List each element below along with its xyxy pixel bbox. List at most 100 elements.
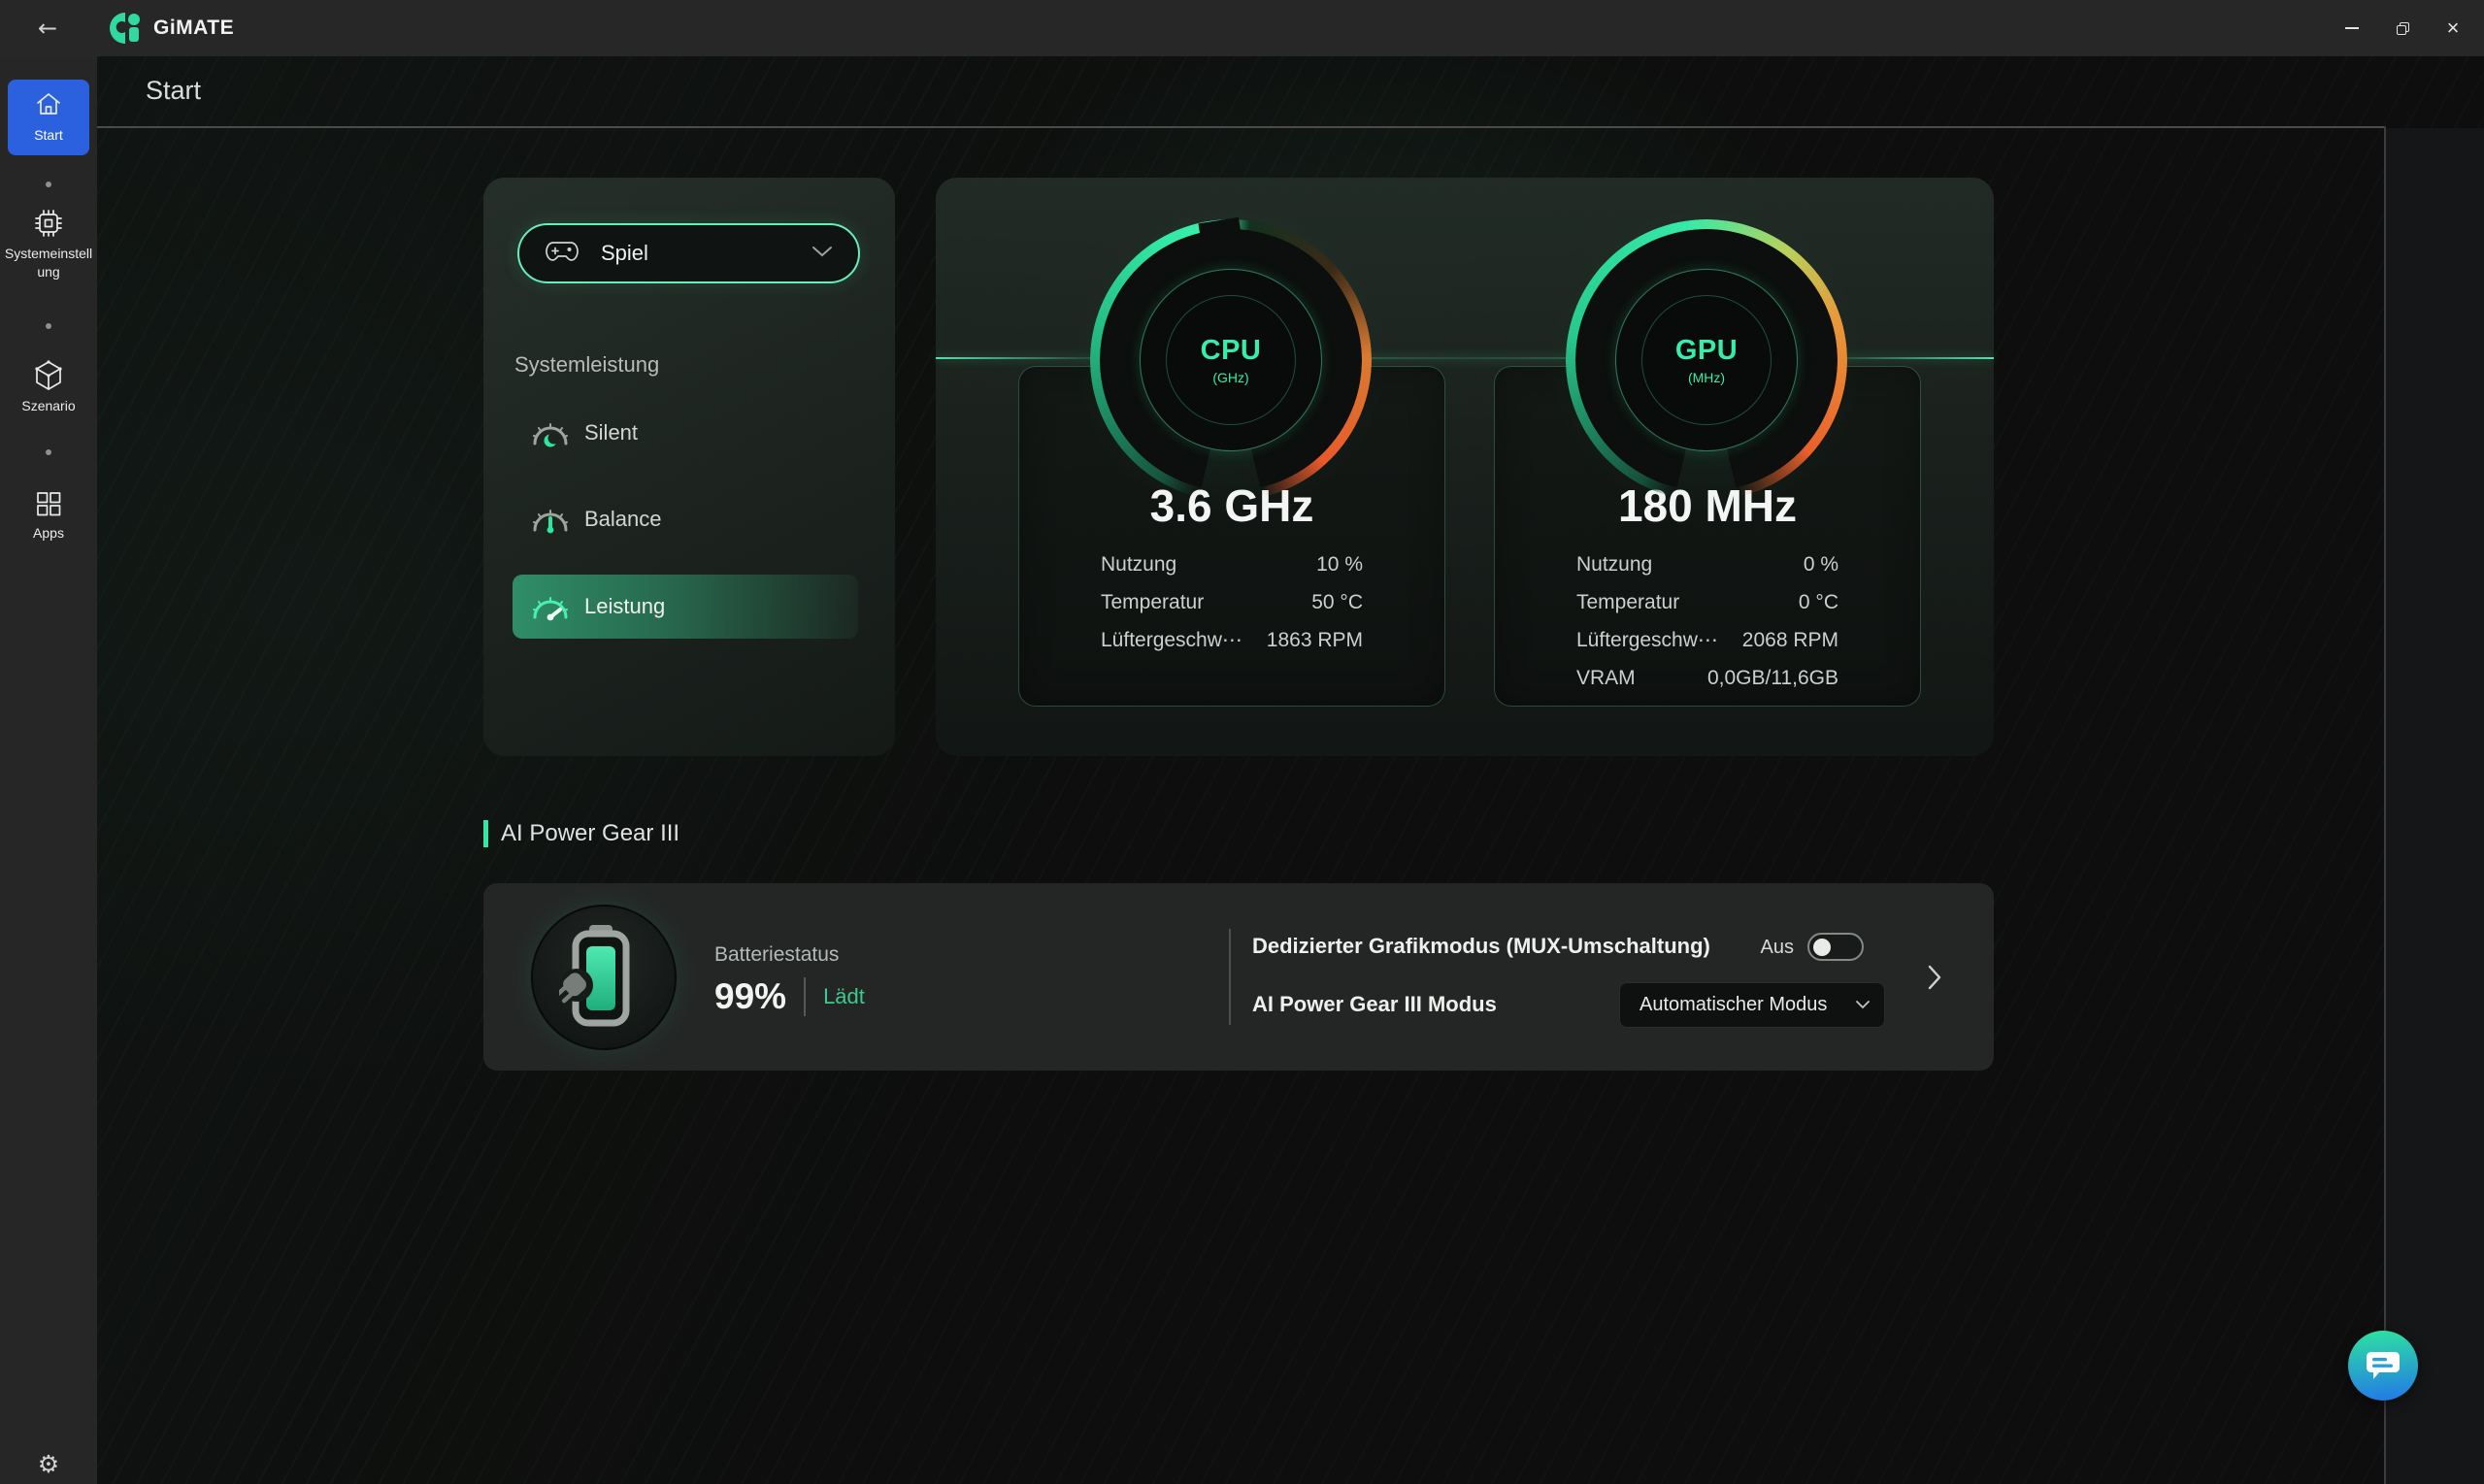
power-gear-mode-dropdown[interactable]: Automatischer Modus (1619, 982, 1885, 1028)
titlebar: ← GiMATE × (0, 0, 2484, 56)
gpu-label: GPU (1675, 335, 1738, 367)
minimize-button[interactable] (2327, 0, 2377, 56)
stat-row: Lüftergeschw⋯ 2068 RPM (1576, 621, 1838, 659)
mode-label: Silent (584, 420, 638, 445)
stat-label: Nutzung (1576, 553, 1652, 577)
stat-row: Nutzung 0 % (1576, 545, 1838, 583)
stat-value: 0 % (1804, 553, 1838, 577)
close-button[interactable]: × (2428, 0, 2478, 56)
profile-card: Spiel Systemleistung Silent (483, 178, 895, 756)
sidebar-item-label: Apps (0, 524, 97, 543)
page-title: Start (146, 76, 201, 106)
stat-label: Nutzung (1101, 553, 1176, 577)
gauge-center: CPU (GHz) (1166, 295, 1296, 425)
stat-label: Lüftergeschw⋯ (1101, 628, 1242, 652)
stat-label: VRAM (1576, 667, 1636, 690)
stat-value: 10 % (1316, 553, 1363, 577)
stat-row: VRAM 0,0GB/11,6GB (1576, 659, 1838, 697)
restore-button[interactable] (2377, 0, 2428, 56)
stat-row: Temperatur 0 °C (1576, 583, 1838, 621)
stat-value: 0,0GB/11,6GB (1707, 667, 1838, 690)
sidebar-separator-dot (46, 449, 51, 455)
header-divider (97, 126, 2385, 128)
settings-gear-icon[interactable]: ⚙ (0, 1450, 97, 1478)
sidebar-item-label: Start (8, 126, 89, 145)
chevron-down-icon (811, 245, 833, 262)
stat-label: Lüftergeschw⋯ (1576, 628, 1718, 652)
stat-value: 0 °C (1799, 591, 1838, 614)
close-icon: × (2447, 17, 2460, 39)
mux-state-text: Aus (1697, 937, 1794, 959)
system-performance-label: Systemleistung (514, 352, 659, 378)
gamepad-icon (545, 238, 580, 270)
mode-label: Leistung (584, 594, 665, 619)
gpu-unit: (MHz) (1688, 370, 1725, 385)
chevron-down-icon (1855, 997, 1871, 1014)
gimate-window: ← GiMATE × Start (0, 0, 2484, 1484)
dropdown-value: Automatischer Modus (1639, 994, 1827, 1016)
power-gear-heading: AI Power Gear III (501, 820, 679, 847)
sidebar-item-label: Systemeinstellung (0, 245, 97, 281)
chevron-right-icon (1927, 964, 1942, 991)
section-heading: AI Power Gear III (483, 820, 679, 847)
battery-status-label: Batteriestatus (714, 943, 839, 967)
sidebar-item-apps[interactable]: Apps (0, 488, 97, 543)
card-vertical-divider (1229, 929, 1231, 1025)
stat-label: Temperatur (1576, 591, 1679, 614)
toggle-knob (1813, 939, 1831, 956)
expand-card-button[interactable] (1920, 964, 1949, 993)
battery-percent: 99% (714, 976, 786, 1017)
home-icon (35, 104, 62, 120)
mux-toggle[interactable] (1807, 933, 1864, 961)
battery-value-row: 99% Lädt (714, 976, 865, 1017)
mode-row-leistung[interactable]: Leistung (513, 575, 858, 639)
power-gear-mode-label: AI Power Gear III Modus (1252, 992, 1497, 1017)
stat-label: Temperatur (1101, 591, 1204, 614)
sidebar-item-label: Szenario (0, 397, 97, 415)
stat-value: 1863 RPM (1267, 629, 1363, 652)
power-gear-card: Batteriestatus 99% Lädt Dedizierter Graf… (483, 883, 1994, 1071)
performance-gauge-icon (530, 591, 571, 622)
stat-row: Nutzung 10 % (1101, 545, 1363, 583)
main-content: Start Spiel Systemleistung (97, 56, 2484, 1484)
sidebar-item-szenario[interactable]: Szenario (0, 359, 97, 415)
mode-row-silent[interactable]: Silent (513, 401, 858, 465)
minimize-icon (2345, 27, 2359, 29)
restore-icon (2397, 22, 2409, 35)
chat-bubble-icon (2366, 1349, 2401, 1382)
profile-dropdown-value: Spiel (601, 241, 648, 266)
sidebar-item-systemeinstellung[interactable]: Systemeinstellung (0, 207, 97, 281)
silent-gauge-icon (530, 417, 571, 448)
mux-switch-label: Dedizierter Grafikmodus (MUX-Umschaltung… (1252, 934, 1710, 959)
window-controls: × (2327, 0, 2478, 56)
mode-label: Balance (584, 507, 662, 532)
heading-accent-bar (483, 820, 488, 847)
app-title: GiMATE (153, 16, 234, 40)
page-header: Start (97, 56, 2384, 126)
sidebar-item-start[interactable]: Start (8, 80, 89, 155)
cube-icon (33, 379, 64, 396)
gimate-logo-icon (109, 11, 146, 46)
back-button[interactable]: ← (31, 14, 64, 43)
apps-grid-icon (33, 507, 64, 523)
cpu-label: CPU (1201, 335, 1262, 367)
gauge-center: GPU (MHz) (1641, 295, 1772, 425)
sidebar: Start Systemeinstellung (0, 56, 97, 1484)
battery-divider (804, 977, 806, 1016)
chip-icon (32, 227, 65, 244)
sidebar-separator-dot (46, 181, 51, 187)
stat-row: Lüftergeschw⋯ 1863 RPM (1101, 621, 1363, 659)
stat-row: Temperatur 50 °C (1101, 583, 1363, 621)
performance-card: 3.6 GHz Nutzung 10 % Temperatur 50 °C Lü… (936, 178, 1994, 756)
stat-value: 2068 RPM (1742, 629, 1838, 652)
battery-charging-icon (559, 923, 648, 1032)
mode-row-balance[interactable]: Balance (513, 487, 858, 551)
battery-badge (531, 905, 677, 1050)
battery-charging-status: Lädt (823, 984, 865, 1009)
cpu-unit: (GHz) (1212, 370, 1248, 385)
sidebar-separator-dot (46, 323, 51, 329)
cpu-gauge: CPU (GHz) (1090, 219, 1372, 501)
balance-gauge-icon (530, 504, 571, 535)
profile-dropdown[interactable]: Spiel (517, 223, 860, 283)
support-chat-button[interactable] (2348, 1331, 2418, 1401)
